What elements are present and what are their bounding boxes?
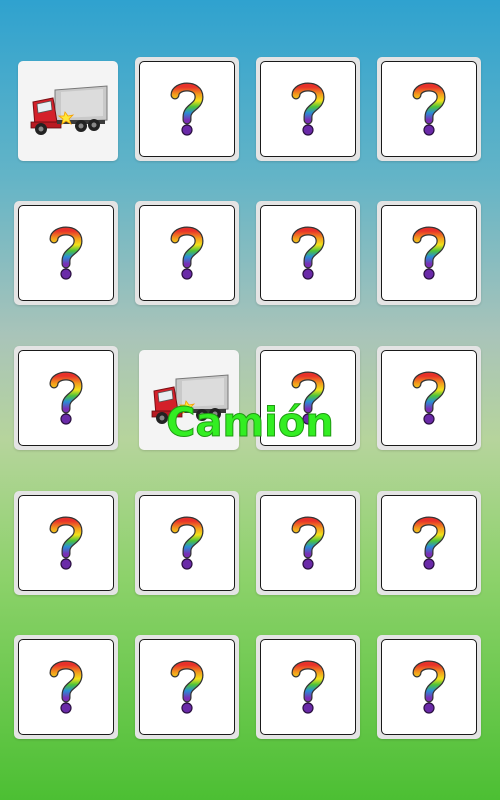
card-r1c3[interactable] xyxy=(256,57,360,161)
question-mark-icon xyxy=(49,516,83,570)
card-face xyxy=(18,639,114,735)
question-mark-icon xyxy=(291,82,325,136)
question-mark-icon xyxy=(170,226,204,280)
card-r2c1[interactable] xyxy=(14,201,118,305)
card-r4c4[interactable] xyxy=(377,491,481,595)
card-r3c1[interactable] xyxy=(14,346,118,450)
card-face xyxy=(139,639,235,735)
truck-icon xyxy=(30,85,108,135)
question-mark-icon xyxy=(170,660,204,714)
card-face xyxy=(139,495,235,591)
question-mark-icon xyxy=(291,516,325,570)
card-face xyxy=(260,495,356,591)
card-face xyxy=(381,639,477,735)
card-r2c2[interactable] xyxy=(135,201,239,305)
question-mark-icon xyxy=(412,82,446,136)
card-face xyxy=(18,495,114,591)
card-face xyxy=(381,205,477,301)
card-r4c2[interactable] xyxy=(135,491,239,595)
revealed-word-label: Camión xyxy=(166,400,335,447)
question-mark-icon xyxy=(412,660,446,714)
card-r1c1[interactable] xyxy=(18,61,118,161)
card-face xyxy=(260,61,356,157)
question-mark-icon xyxy=(412,371,446,425)
card-r2c3[interactable] xyxy=(256,201,360,305)
card-r2c4[interactable] xyxy=(377,201,481,305)
card-face xyxy=(20,63,116,159)
question-mark-icon xyxy=(170,516,204,570)
card-face xyxy=(18,350,114,446)
question-mark-icon xyxy=(291,660,325,714)
card-face xyxy=(260,205,356,301)
card-face xyxy=(260,639,356,735)
question-mark-icon xyxy=(49,371,83,425)
card-r5c1[interactable] xyxy=(14,635,118,739)
card-r5c2[interactable] xyxy=(135,635,239,739)
card-face xyxy=(381,350,477,446)
card-r5c3[interactable] xyxy=(256,635,360,739)
card-r4c3[interactable] xyxy=(256,491,360,595)
question-mark-icon xyxy=(49,226,83,280)
card-face xyxy=(139,61,235,157)
card-face xyxy=(381,495,477,591)
card-r4c1[interactable] xyxy=(14,491,118,595)
card-r1c2[interactable] xyxy=(135,57,239,161)
card-face xyxy=(139,205,235,301)
card-r1c4[interactable] xyxy=(377,57,481,161)
question-mark-icon xyxy=(412,516,446,570)
question-mark-icon xyxy=(291,226,325,280)
card-face xyxy=(18,205,114,301)
question-mark-icon xyxy=(412,226,446,280)
question-mark-icon xyxy=(49,660,83,714)
card-r3c4[interactable] xyxy=(377,346,481,450)
card-face xyxy=(381,61,477,157)
card-r5c4[interactable] xyxy=(377,635,481,739)
question-mark-icon xyxy=(170,82,204,136)
